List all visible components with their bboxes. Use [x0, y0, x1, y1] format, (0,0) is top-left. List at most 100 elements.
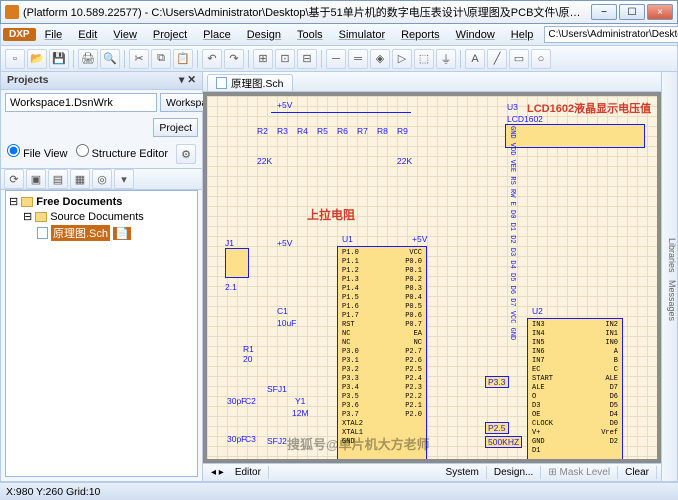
window-buttons: − ☐ ×: [591, 4, 673, 20]
sfj1-ref: SFJ1: [267, 384, 287, 394]
r5-ref: R5: [317, 126, 328, 136]
r4-ref: R4: [297, 126, 308, 136]
zoom-area-icon[interactable]: ⊡: [275, 49, 295, 69]
app-icon: [5, 5, 19, 19]
structure-radio[interactable]: Structure Editor: [76, 144, 168, 164]
workspace-input[interactable]: [5, 93, 157, 112]
c3-val: 30pF: [227, 434, 246, 444]
port-icon[interactable]: ▷: [392, 49, 412, 69]
r1-val: 20: [243, 354, 252, 364]
u3-ref: U3: [507, 102, 518, 112]
j1-body[interactable]: [225, 248, 249, 278]
dxp-menu[interactable]: DXP: [3, 28, 36, 41]
btn-clear[interactable]: Clear: [618, 466, 657, 479]
bus-icon[interactable]: ═: [348, 49, 368, 69]
u2-body[interactable]: IN3IN2 IN4IN1 IN5IN0 IN6A IN7B ECC START…: [527, 318, 623, 463]
paste-icon[interactable]: 📋: [173, 49, 193, 69]
main-area: Projects ▾ ✕ Workspace Project File View…: [0, 72, 678, 482]
address-field[interactable]: [544, 26, 678, 43]
net-p33: P3.3: [485, 376, 509, 388]
menu-project[interactable]: Project: [146, 27, 194, 43]
right-dock[interactable]: Libraries Messages: [661, 72, 677, 481]
u3-body[interactable]: [505, 124, 645, 148]
print-icon[interactable]: 🖨: [78, 49, 98, 69]
r8-ref: R8: [377, 126, 388, 136]
j1-val: 2.1: [225, 282, 237, 292]
pullup-label: 上拉电阻: [307, 206, 355, 223]
menu-tools[interactable]: Tools: [290, 27, 330, 43]
panel-settings-icon[interactable]: ⚙: [176, 144, 196, 164]
menu-file[interactable]: File: [38, 27, 70, 43]
open-icon[interactable]: 📂: [27, 49, 47, 69]
menu-edit[interactable]: Edit: [71, 27, 104, 43]
close-button[interactable]: ×: [647, 4, 673, 20]
project-button[interactable]: Project: [153, 118, 198, 137]
project-toolbar: ⟳ ▣ ▤ ▦ ◎ ▾: [1, 168, 202, 190]
part-icon[interactable]: ⬚: [414, 49, 434, 69]
c2-ref: C2: [245, 396, 256, 406]
menu-view[interactable]: View: [106, 27, 144, 43]
r6-ref: R6: [337, 126, 348, 136]
project-tree[interactable]: ⊟ Free Documents ⊟ Source Documents 原理图.…: [5, 190, 198, 477]
power-icon[interactable]: ⏚: [436, 49, 456, 69]
ellipse-icon[interactable]: ○: [531, 49, 551, 69]
line-icon[interactable]: ╱: [487, 49, 507, 69]
text-icon[interactable]: A: [465, 49, 485, 69]
tab-editor[interactable]: Editor: [228, 466, 269, 479]
fileview-radio[interactable]: File View: [7, 144, 68, 164]
zoom-sel-icon[interactable]: ⊟: [297, 49, 317, 69]
u1-ref: U1: [342, 234, 353, 244]
tree-nav-icon[interactable]: ▦: [70, 169, 90, 189]
save-icon[interactable]: 💾: [49, 49, 69, 69]
tree-source-docs[interactable]: ⊟ Source Documents: [9, 209, 194, 224]
tree-schematic-file[interactable]: 原理图.Sch 📄: [9, 224, 194, 242]
titlebar: (Platform 10.589.22577) - C:\Users\Admin…: [0, 0, 678, 24]
document-tabs: 原理图.Sch: [203, 72, 661, 92]
menu-simulator[interactable]: Simulator: [332, 27, 392, 43]
minimize-button[interactable]: −: [591, 4, 617, 20]
net-icon[interactable]: ◈: [370, 49, 390, 69]
tree-refresh-icon[interactable]: ⟳: [4, 169, 24, 189]
net-clock: 500KHZ: [485, 436, 522, 448]
y1-ref: Y1: [295, 396, 305, 406]
tree-root[interactable]: ⊟ Free Documents: [9, 194, 194, 209]
toolbar: ▫ 📂 💾 🖨 🔍 ✂ ⧉ 📋 ↶ ↷ ⊞ ⊡ ⊟ ─ ═ ◈ ▷ ⬚ ⏚ A …: [0, 46, 678, 72]
tree-more-icon[interactable]: ▾: [114, 169, 134, 189]
wire-icon[interactable]: ─: [326, 49, 346, 69]
u1-body[interactable]: P1.0VCC P1.1P0.0 P1.2P0.1 P1.3P0.2 P1.4P…: [337, 246, 427, 463]
r2-val: 22K: [257, 156, 272, 166]
menu-help[interactable]: Help: [504, 27, 541, 43]
panel-header: Projects ▾ ✕: [1, 72, 202, 90]
r7-ref: R7: [357, 126, 368, 136]
tab-schematic[interactable]: 原理图.Sch: [207, 74, 293, 91]
net-5v-2: +5V: [277, 238, 292, 248]
schematic-canvas[interactable]: +5V R2 R3 R4 R5 R6 R7 R8 R9 22K 22K 上拉电阻…: [203, 92, 661, 463]
tree-expand-icon[interactable]: ▣: [26, 169, 46, 189]
sfj2-ref: SFJ2: [267, 436, 287, 446]
tree-locate-icon[interactable]: ◎: [92, 169, 112, 189]
tab-design[interactable]: Design...: [487, 466, 541, 479]
r2-ref: R2: [257, 126, 268, 136]
editor-tabs: ◂ ▸ Editor System Design... ⊞ Mask Level…: [203, 463, 661, 481]
zoom-fit-icon[interactable]: ⊞: [253, 49, 273, 69]
preview-icon[interactable]: 🔍: [100, 49, 120, 69]
tab-system[interactable]: System: [439, 466, 487, 479]
r1-ref: R1: [243, 344, 254, 354]
menu-place[interactable]: Place: [196, 27, 238, 43]
y1-val: 12M: [292, 408, 309, 418]
redo-icon[interactable]: ↷: [224, 49, 244, 69]
copy-icon[interactable]: ⧉: [151, 49, 171, 69]
r9-val: 22K: [397, 156, 412, 166]
menu-design[interactable]: Design: [240, 27, 288, 43]
j1-ref: J1: [225, 238, 234, 248]
menu-reports[interactable]: Reports: [394, 27, 447, 43]
c3-ref: C3: [245, 434, 256, 444]
maximize-button[interactable]: ☐: [619, 4, 645, 20]
cut-icon[interactable]: ✂: [129, 49, 149, 69]
new-icon[interactable]: ▫: [5, 49, 25, 69]
rect-icon[interactable]: ▭: [509, 49, 529, 69]
tree-sheet-icon[interactable]: ▤: [48, 169, 68, 189]
undo-icon[interactable]: ↶: [202, 49, 222, 69]
menu-window[interactable]: Window: [449, 27, 502, 43]
r9-ref: R9: [397, 126, 408, 136]
